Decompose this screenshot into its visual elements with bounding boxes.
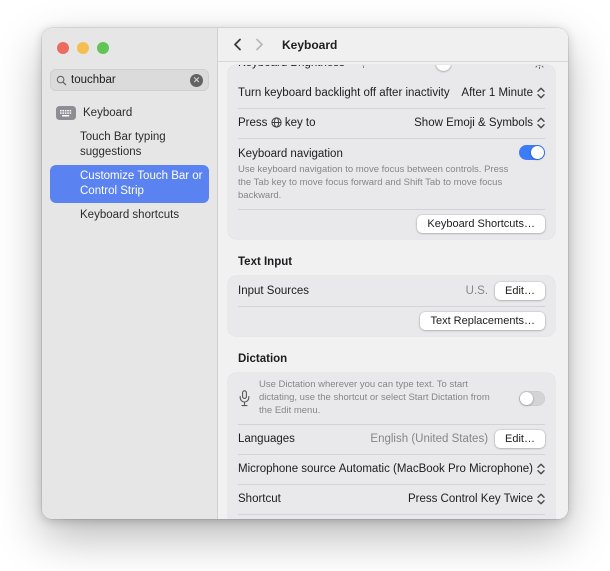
microphone-source-label: Microphone source [238, 463, 336, 475]
sidebar-item-label: Customize Touch Bar or Control Strip [80, 170, 203, 197]
sidebar: ✕ Keyboard Touch Bar typing suggestions … [42, 28, 218, 519]
languages-edit-button[interactable]: Edit… [495, 430, 545, 448]
system-settings-window: ✕ Keyboard Touch Bar typing suggestions … [42, 28, 568, 519]
keyboard-brightness-slider[interactable] [375, 65, 527, 71]
globe-key-label: Press key to [238, 117, 316, 129]
text-input-section-title: Text Input [238, 256, 555, 268]
sidebar-item-customize-touch-bar[interactable]: Customize Touch Bar or Control Strip [50, 165, 209, 203]
window-controls [42, 28, 217, 54]
input-sources-edit-button[interactable]: Edit… [495, 282, 545, 300]
dictation-enable-row: Use Dictation wherever you can type text… [228, 373, 555, 423]
backlight-inactivity-label: Turn keyboard backlight off after inacti… [238, 87, 450, 99]
zoom-button[interactable] [97, 42, 109, 54]
keyboard-shortcuts-button[interactable]: Keyboard Shortcuts… [417, 215, 545, 233]
chevron-right-icon [255, 38, 264, 51]
text-replacements-row: Text Replacements… [228, 306, 555, 336]
popup-value: Press Control Key Twice [408, 493, 533, 505]
input-sources-label: Input Sources [238, 285, 309, 297]
dictation-shortcut-label: Shortcut [238, 493, 281, 505]
dictation-description: Use Dictation wherever you can type text… [259, 379, 501, 417]
chevron-up-down-icon [537, 87, 545, 99]
search-input[interactable] [71, 74, 190, 86]
keyboard-navigation-label: Keyboard navigation [238, 148, 343, 160]
backlight-inactivity-popup[interactable]: After 1 Minute [461, 87, 545, 99]
dictation-group: Use Dictation wherever you can type text… [228, 373, 555, 519]
back-button[interactable] [226, 35, 248, 55]
chevron-up-down-icon [537, 493, 545, 505]
globe-icon [271, 117, 282, 128]
keyboard-brightness-label: Keyboard Brightness [238, 65, 345, 69]
text-input-group: Input Sources U.S. Edit… Text Replacemen… [228, 276, 555, 336]
popup-value: After 1 Minute [461, 87, 533, 99]
microphone-source-row: Microphone source Automatic (MacBook Pro… [228, 454, 555, 484]
keyboard-shortcuts-row: Keyboard Shortcuts… [228, 209, 555, 239]
sidebar-item-label: Keyboard [83, 106, 132, 121]
minimize-button[interactable] [77, 42, 89, 54]
keyboard-navigation-description: Use keyboard navigation to move focus be… [238, 164, 519, 202]
content-pane: Keyboard Keyboard Brightness [218, 28, 568, 519]
languages-label: Languages [238, 433, 295, 445]
forward-button[interactable] [248, 35, 270, 55]
text-replacements-button[interactable]: Text Replacements… [420, 312, 545, 330]
popup-value: Show Emoji & Symbols [414, 117, 533, 129]
languages-row: Languages English (United States) Edit… [228, 424, 555, 454]
keyboard-navigation-toggle[interactable] [519, 145, 545, 160]
languages-value: English (United States) [370, 433, 488, 445]
sidebar-item-touch-bar-typing-suggestions[interactable]: Touch Bar typing suggestions [50, 126, 209, 164]
keyboard-settings-group: Keyboard Brightness Turn keyboard backli… [228, 65, 555, 239]
page-title: Keyboard [282, 38, 337, 52]
globe-key-popup[interactable]: Show Emoji & Symbols [414, 117, 545, 129]
input-sources-row: Input Sources U.S. Edit… [228, 276, 555, 306]
sun-min-icon [359, 65, 368, 68]
clear-search-icon[interactable]: ✕ [190, 74, 203, 87]
dictation-shortcut-row: Shortcut Press Control Key Twice [228, 484, 555, 514]
chevron-up-down-icon [537, 117, 545, 129]
popup-value: Automatic (MacBook Pro Microphone) [339, 463, 533, 475]
backlight-inactivity-row: Turn keyboard backlight off after inacti… [228, 78, 555, 108]
sidebar-item-label: Keyboard shortcuts [80, 209, 179, 221]
sidebar-item-keyboard-shortcuts[interactable]: Keyboard shortcuts [50, 204, 209, 227]
globe-key-row: Press key to Show Emoji & Symbols [228, 108, 555, 138]
keyboard-brightness-row: Keyboard Brightness [228, 65, 555, 78]
keyboard-navigation-row: Keyboard navigation Use keyboard navigat… [228, 138, 555, 209]
sidebar-item-label: Touch Bar typing suggestions [80, 131, 166, 158]
chevron-up-down-icon [537, 463, 545, 475]
sun-max-icon [534, 65, 545, 69]
auto-punctuation-row: Auto-punctuation [228, 514, 555, 519]
search-results-list: Keyboard Touch Bar typing suggestions Cu… [42, 101, 217, 228]
close-button[interactable] [57, 42, 69, 54]
keyboard-icon [56, 106, 76, 120]
magnifier-icon [56, 75, 67, 86]
dictation-section-title: Dictation [238, 353, 555, 365]
microphone-icon [238, 390, 251, 407]
slider-knob[interactable] [436, 65, 451, 71]
chevron-left-icon [233, 38, 242, 51]
settings-scroll-area[interactable]: Keyboard Brightness Turn keyboard backli… [218, 62, 568, 519]
search-field[interactable]: ✕ [50, 69, 209, 91]
sidebar-item-keyboard[interactable]: Keyboard [50, 102, 209, 125]
input-sources-value: U.S. [466, 285, 488, 297]
toolbar: Keyboard [218, 28, 568, 62]
microphone-source-popup[interactable]: Automatic (MacBook Pro Microphone) [339, 463, 545, 475]
dictation-toggle[interactable] [519, 391, 545, 406]
dictation-shortcut-popup[interactable]: Press Control Key Twice [408, 493, 545, 505]
